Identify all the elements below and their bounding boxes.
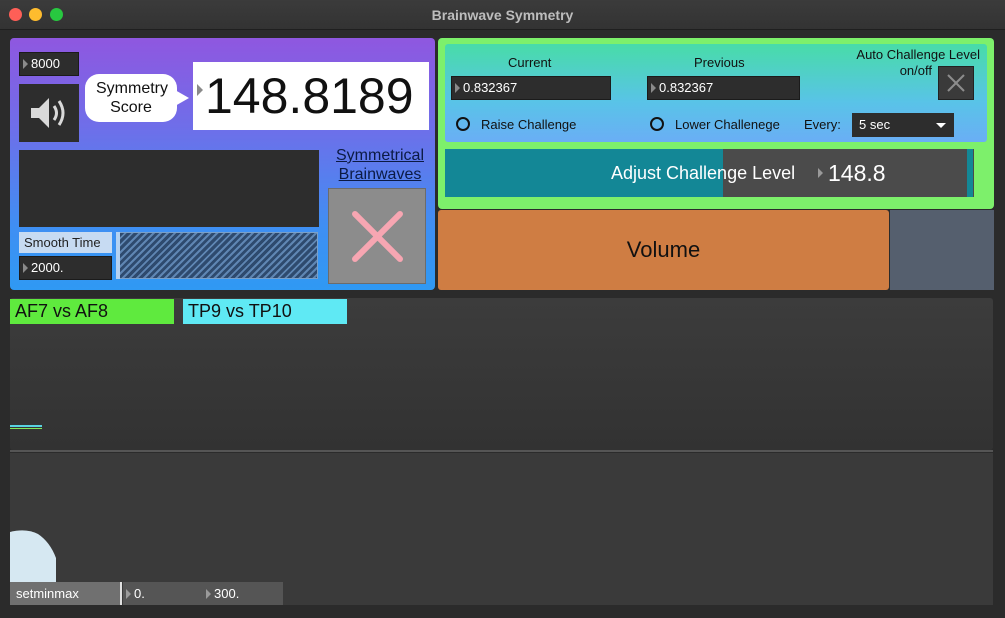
- previous-value: 0.832367: [659, 80, 714, 95]
- current-number-box[interactable]: 0.832367: [451, 76, 611, 100]
- symmetry-score-value: 148.8189: [205, 68, 414, 124]
- window-title: Brainwave Symmetry: [431, 7, 574, 23]
- histogram-min-number-box[interactable]: 0.: [123, 582, 203, 605]
- histogram-shape: [10, 530, 56, 582]
- every-interval-select[interactable]: 5 sec: [852, 113, 954, 137]
- symmetrical-brainwaves-link[interactable]: Symmetrical Brainwaves: [329, 146, 431, 184]
- symmetrical-link-text: Symmetrical Brainwaves: [335, 147, 424, 183]
- current-value: 0.832367: [463, 80, 518, 95]
- speaker-toggle-button[interactable]: [19, 84, 79, 142]
- smooth-time-slider[interactable]: [116, 232, 318, 279]
- number-arrow-icon: [126, 589, 131, 599]
- symmetry-score-display[interactable]: 148.8189: [193, 62, 429, 130]
- volume-side-panel: [890, 210, 994, 290]
- adjust-challenge-label-row: Adjust Challenge Level 148.8: [445, 149, 974, 197]
- setminmax-message[interactable]: setminmax: [10, 582, 120, 605]
- previous-label: Previous: [694, 55, 745, 70]
- bubble-tail: [175, 90, 189, 106]
- smooth-time-slider-handle[interactable]: [116, 232, 120, 279]
- window-titlebar: Brainwave Symmetry: [0, 0, 1005, 30]
- volume-label: Volume: [626, 237, 701, 262]
- close-x-icon: [352, 211, 403, 262]
- number-arrow-icon: [23, 263, 28, 273]
- smooth-time-number-box[interactable]: 2000.: [19, 256, 112, 280]
- previous-number-box[interactable]: 0.832367: [647, 76, 800, 100]
- close-x-icon: [947, 74, 965, 92]
- scope-divider: [10, 450, 993, 452]
- symmetry-indicator-toggle[interactable]: [328, 188, 426, 284]
- lower-challenge-label: Lower Challenege: [675, 117, 780, 132]
- adjust-challenge-label: Adjust Challenge Level: [611, 163, 796, 183]
- histogram-min-value: 0.: [134, 586, 145, 601]
- lower-challenge-radio[interactable]: [650, 117, 664, 131]
- scope-trace-af: [10, 428, 42, 429]
- smooth-time-label: Smooth Time: [19, 232, 112, 253]
- every-label: Every:: [804, 117, 841, 132]
- histogram-max-value: 300.: [214, 586, 240, 601]
- every-interval-value: 5 sec: [859, 117, 891, 132]
- number-arrow-icon: [197, 84, 203, 96]
- tab-af7-vs-af8[interactable]: AF7 vs AF8: [10, 299, 174, 324]
- symmetry-score-label: Symmetry Score: [85, 74, 177, 122]
- speaker-icon: [31, 98, 65, 128]
- gain-number-box[interactable]: 8000: [19, 52, 79, 76]
- tab-tp9-vs-tp10[interactable]: TP9 vs TP10: [183, 299, 347, 324]
- number-arrow-icon: [206, 589, 211, 599]
- adjust-challenge-value: 148.8: [828, 160, 886, 186]
- raise-challenge-radio[interactable]: [456, 117, 470, 131]
- display-area: [19, 150, 319, 227]
- current-label: Current: [508, 55, 552, 70]
- gain-value: 8000: [31, 56, 60, 71]
- raise-challenge-label: Raise Challenge: [481, 117, 577, 132]
- scope-trace-tp: [10, 425, 42, 427]
- number-arrow-icon: [23, 59, 28, 69]
- number-arrow-icon: [651, 83, 656, 93]
- number-arrow-icon: [818, 168, 823, 178]
- chevron-down-icon: [936, 123, 946, 128]
- auto-challenge-toggle[interactable]: [938, 66, 974, 100]
- volume-button[interactable]: Volume: [438, 210, 889, 290]
- smooth-time-value: 2000.: [31, 260, 64, 275]
- symmetry-label-text: Symmetry Score: [96, 80, 168, 116]
- histogram-max-number-box[interactable]: 300.: [203, 582, 283, 605]
- number-arrow-icon: [455, 83, 460, 93]
- auto-challenge-label-line1: Auto Challenge Level: [856, 47, 980, 62]
- text-cursor: [120, 582, 122, 605]
